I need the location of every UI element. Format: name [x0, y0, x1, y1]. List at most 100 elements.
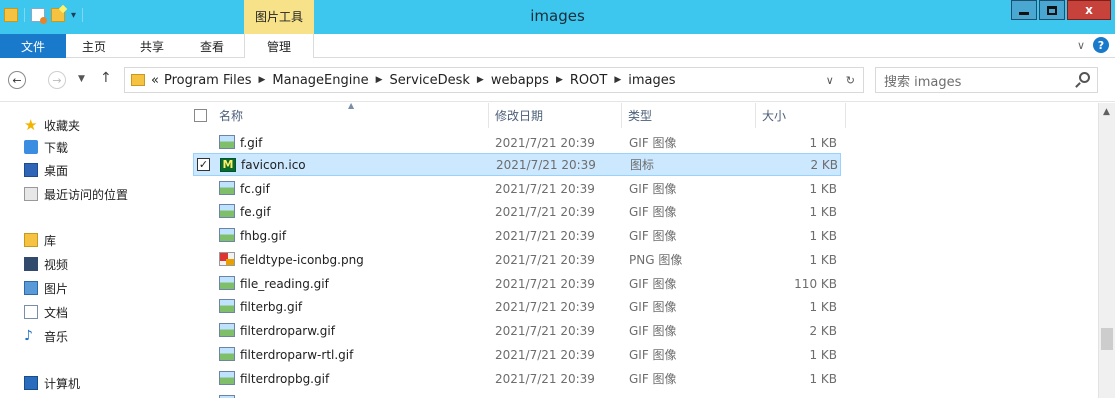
- chevron-right-icon[interactable]: ▶: [376, 75, 383, 85]
- navigation-bar: ← → ▼ ↑ « Program Files ▶ ManageEngine ▶…: [0, 58, 1115, 102]
- file-type: GIF 图像: [629, 205, 677, 219]
- file-type: GIF 图像: [629, 348, 677, 362]
- file-size: 1 KB: [809, 252, 837, 267]
- tab-manage[interactable]: 管理: [244, 34, 314, 58]
- file-row[interactable]: fe.gif 2021/7/21 20:39 GIF 图像 1 KB: [193, 200, 841, 223]
- chevron-right-icon[interactable]: ▶: [258, 75, 265, 85]
- close-icon: x: [1085, 3, 1093, 17]
- nav-pictures[interactable]: 图片: [24, 278, 68, 298]
- file-row[interactable]: filterdropbg.gif 2021/7/21 20:39 GIF 图像 …: [193, 367, 841, 390]
- video-icon: [24, 257, 38, 271]
- file-row[interactable]: fhbg.gif 2021/7/21 20:39 GIF 图像 1 KB: [193, 224, 841, 247]
- file-row[interactable]: filterbg.gif 2021/7/21 20:39 GIF 图像 1 KB: [193, 295, 841, 318]
- file-date: 2021/7/21 20:39: [495, 181, 595, 196]
- gif-image-icon: [219, 204, 235, 218]
- picture-icon: [24, 281, 38, 295]
- file-size: 1 KB: [809, 347, 837, 362]
- tab-file[interactable]: 文件: [0, 34, 66, 58]
- nav-desktop[interactable]: 桌面: [24, 160, 68, 180]
- file-row[interactable]: fc.gif 2021/7/21 20:39 GIF 图像 1 KB: [193, 177, 841, 200]
- desktop-icon: [24, 163, 38, 177]
- forward-button[interactable]: →: [48, 71, 66, 89]
- breadcrumb-item[interactable]: webapps: [491, 73, 549, 88]
- file-row[interactable]: filterdroparw.gif 2021/7/21 20:39 GIF 图像…: [193, 319, 841, 342]
- minimize-button[interactable]: [1011, 0, 1037, 20]
- maximize-button[interactable]: [1039, 0, 1065, 20]
- folder-icon: [131, 74, 145, 86]
- column-size[interactable]: 大小: [756, 103, 846, 128]
- breadcrumb-overflow[interactable]: «: [151, 73, 159, 88]
- file-type: 图标: [630, 158, 655, 172]
- file-row[interactable]: filterdroparw-rtl.gif 2021/7/21 20:39 GI…: [193, 343, 841, 366]
- ribbon-right-controls: ∨ ?: [1077, 37, 1109, 53]
- file-row-selected[interactable]: ✓ M favicon.ico 2021/7/21 20:39 图标 2 KB: [193, 153, 841, 176]
- file-date: 2021/7/21 20:39: [495, 135, 595, 150]
- nav-documents[interactable]: 文档: [24, 302, 68, 322]
- file-name: filterdropbg.gif: [240, 371, 330, 386]
- window-controls: x: [1011, 0, 1111, 20]
- file-row[interactable]: fieldtype-iconbg.png 2021/7/21 20:39 PNG…: [193, 248, 841, 271]
- nav-label: 桌面: [44, 163, 69, 178]
- sort-ascending-icon: ▲: [348, 103, 355, 110]
- address-dropdown-icon[interactable]: ∨: [826, 74, 834, 87]
- up-arrow-icon[interactable]: ↑: [100, 70, 112, 86]
- expand-ribbon-icon[interactable]: ∨: [1077, 39, 1085, 52]
- gif-image-icon: [219, 299, 235, 313]
- file-name: favicon.ico: [241, 157, 306, 172]
- back-arrow-icon: ←: [12, 73, 22, 87]
- breadcrumb-item[interactable]: images: [628, 73, 675, 88]
- file-date: 2021/7/21 20:39: [495, 252, 595, 267]
- row-checkbox-checked[interactable]: ✓: [197, 158, 210, 171]
- file-date: 2021/7/21 20:39: [495, 228, 595, 243]
- column-type[interactable]: 类型: [622, 103, 756, 128]
- address-bar[interactable]: « Program Files ▶ ManageEngine ▶ Service…: [124, 67, 864, 93]
- gif-image-icon: [219, 371, 235, 385]
- file-row[interactable]: file_reading.gif 2021/7/21 20:39 GIF 图像 …: [193, 272, 841, 295]
- nav-library[interactable]: 库: [24, 230, 56, 250]
- column-name[interactable]: 名称 ▲: [193, 103, 489, 128]
- breadcrumb-item[interactable]: Program Files: [164, 73, 252, 88]
- breadcrumb-item[interactable]: ManageEngine: [272, 73, 368, 88]
- scroll-thumb[interactable]: [1101, 328, 1113, 350]
- breadcrumb: Program Files ▶ ManageEngine ▶ ServiceDe…: [159, 73, 676, 88]
- nav-music[interactable]: ♪ 音乐: [24, 326, 68, 346]
- nav-computer[interactable]: 计算机: [24, 373, 80, 393]
- tab-view[interactable]: 查看: [192, 34, 232, 58]
- chevron-right-icon[interactable]: ▶: [556, 75, 563, 85]
- file-name: f.gif: [240, 135, 263, 150]
- scroll-up-icon[interactable]: ▲: [1103, 107, 1110, 117]
- back-button[interactable]: ←: [8, 71, 26, 89]
- file-row-partial[interactable]: [193, 391, 841, 398]
- close-button[interactable]: x: [1067, 0, 1111, 20]
- chevron-right-icon[interactable]: ▶: [477, 75, 484, 85]
- chevron-right-icon[interactable]: ▶: [614, 75, 621, 85]
- breadcrumb-item[interactable]: ServiceDesk: [390, 73, 470, 88]
- tab-share[interactable]: 共享: [132, 34, 172, 58]
- download-icon: [24, 140, 38, 154]
- file-name: file_reading.gif: [240, 276, 329, 291]
- file-row[interactable]: f.gif 2021/7/21 20:39 GIF 图像 1 KB: [193, 131, 841, 154]
- tab-home[interactable]: 主页: [74, 34, 114, 58]
- file-name: fieldtype-iconbg.png: [240, 252, 364, 267]
- help-icon[interactable]: ?: [1093, 37, 1109, 53]
- file-date: 2021/7/21 20:39: [495, 371, 595, 386]
- column-date[interactable]: 修改日期: [489, 103, 622, 128]
- ribbon-tabs: 文件 主页 共享 查看 管理 ∨ ?: [0, 34, 1115, 58]
- file-name: filterdroparw-rtl.gif: [240, 347, 354, 362]
- search-icon[interactable]: [1079, 72, 1090, 83]
- file-type: GIF 图像: [629, 300, 677, 314]
- recent-locations-icon[interactable]: ▼: [78, 74, 85, 84]
- vertical-scrollbar[interactable]: ▲: [1098, 103, 1115, 398]
- favicon-icon: M: [220, 158, 236, 172]
- file-size: 1 KB: [809, 228, 837, 243]
- search-box[interactable]: 搜索 images: [875, 67, 1098, 93]
- star-icon: ★: [24, 116, 38, 134]
- nav-recent[interactable]: 最近访问的位置: [24, 184, 128, 204]
- nav-videos[interactable]: 视频: [24, 254, 68, 274]
- nav-favorites[interactable]: ★ 收藏夹: [24, 115, 80, 135]
- address-tail: ∨ ↻: [826, 74, 855, 87]
- nav-downloads[interactable]: 下载: [24, 137, 68, 157]
- column-label: 修改日期: [495, 109, 544, 123]
- breadcrumb-item[interactable]: ROOT: [570, 73, 607, 88]
- refresh-icon[interactable]: ↻: [846, 74, 855, 87]
